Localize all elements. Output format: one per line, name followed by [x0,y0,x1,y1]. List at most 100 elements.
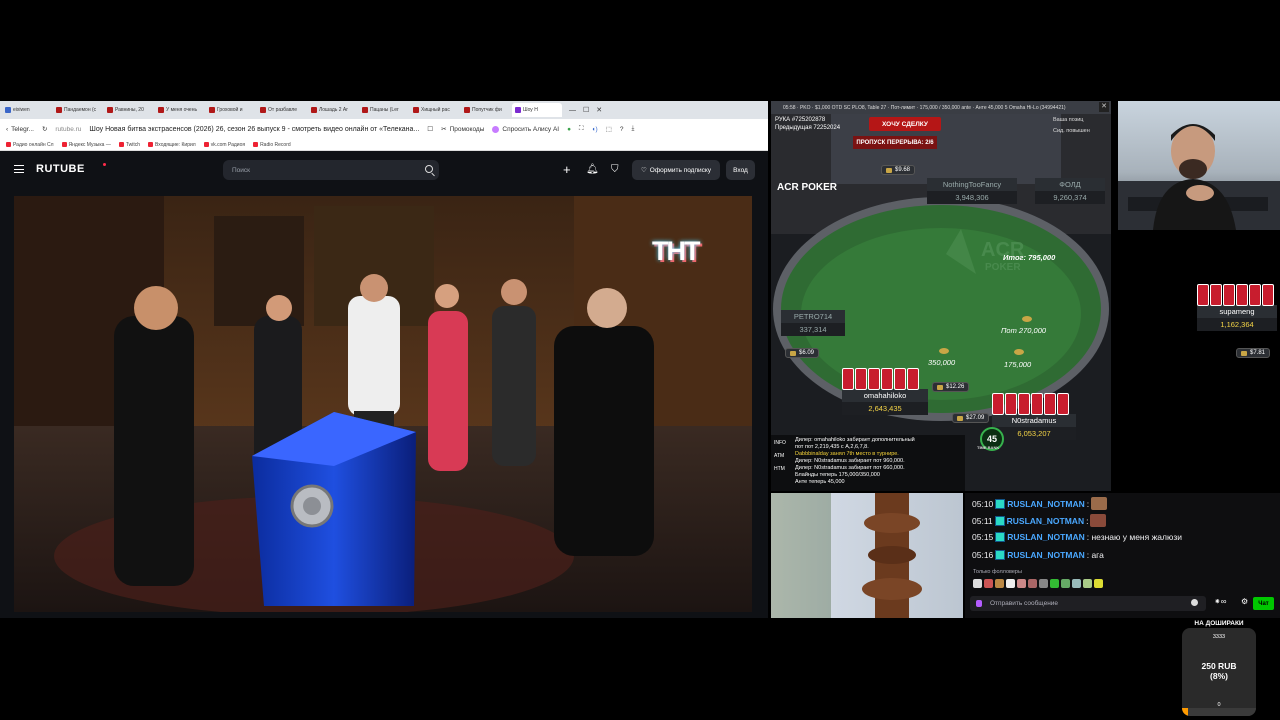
emote-icon[interactable] [1083,579,1092,588]
player-money: $12.26 [932,382,970,392]
emote-icon[interactable] [1039,579,1048,588]
card-back [1031,393,1043,415]
emote-icon[interactable] [973,579,982,588]
dealer-tab-htm[interactable]: HTM [774,463,786,476]
bookmark-item[interactable]: vk.com Радиоя [203,142,245,148]
tab-label: Хищный рас [421,107,450,113]
extension-icon[interactable]: ● [567,126,571,133]
bookmark-icon[interactable]: ☐ [427,125,433,133]
promo-button[interactable]: ✂ Промокоды [441,125,484,134]
omahahiloko-seat[interactable]: omahahiloko 2,643,435 [842,368,928,415]
emote-icon[interactable] [1028,579,1037,588]
download-icon[interactable]: ⤓ [631,125,634,133]
bookmark-item[interactable]: Radio Record [253,142,291,148]
translate-icon[interactable]: ⛶ [579,125,584,133]
dealer-tab-info[interactable]: INFO [774,437,786,450]
help-icon[interactable]: ? [620,126,624,133]
bookmark-label: Radio Record [260,141,291,148]
browser-tab[interactable]: eixiwen [2,103,52,117]
login-button[interactable]: Вход [726,160,755,180]
hole-cards [1197,284,1277,306]
chat-time: 05:10 [972,498,994,509]
emote-picker-icon[interactable] [1191,599,1198,606]
emote-icon[interactable] [1017,579,1026,588]
shield-icon[interactable]: ⛉ [611,164,619,175]
browser-tab[interactable]: Попутчик фи [461,103,511,117]
rutube-logo[interactable]: RUTUBE [36,163,85,175]
chat-user[interactable]: RUSLAN_NOTMAN [1007,550,1084,560]
bookmark-item[interactable]: Радио онлайн Сл [6,142,54,148]
refresh-icon[interactable]: ↻ [42,125,47,133]
page-title[interactable]: Шоу Новая битва экстрасенсов (2026) 26, … [89,126,419,133]
gear-icon[interactable]: ⚙ [1241,597,1248,606]
bookmark-item[interactable]: Яндекс Музыка — [61,142,111,148]
video-player[interactable]: ТНТ [14,196,752,612]
browser-tab[interactable]: Шоу Н [512,103,562,117]
search-icon[interactable] [425,165,433,173]
stream-chat: 05:10 RUSLAN_NOTMAN : 05:11 RUSLAN_NOTMA… [965,493,1280,618]
browser-tab[interactable]: У меня очень [155,103,205,117]
chat-input[interactable]: Отправить сообщение [970,596,1206,611]
card-back [992,393,1004,415]
emote-icon[interactable] [1006,579,1015,588]
player-stack: 6,053,207 [992,427,1076,440]
emote-icon[interactable] [984,579,993,588]
ext-icon[interactable]: ⬚ [606,125,612,133]
hole-cards [992,393,1076,415]
tab-favicon-icon [158,107,164,113]
browser-tab[interactable]: Пацаны (Ler [359,103,409,117]
upload-plus-icon[interactable]: + [563,162,571,177]
dealer-line: Блайнды теперь 175,000/350,000 [795,472,880,478]
minimize-icon[interactable]: — [569,107,576,114]
chat-message: 05:15 RUSLAN_NOTMAN : незнаю у меня жалю… [972,532,1182,542]
subscribe-button[interactable]: ♡ Оформить подписку [632,160,720,180]
n0stradamus-seat[interactable]: N0stradamus 6,053,207 [992,393,1076,440]
bookmark-item[interactable]: Twitch [118,142,140,148]
browser-tab[interactable]: Пандаемон (с [53,103,103,117]
alice-button[interactable]: Спросить Алису AI [492,125,560,133]
bits-icon[interactable] [976,600,982,607]
emote-icon[interactable] [995,579,1004,588]
dealer-tab-atm[interactable]: ATM [774,450,786,463]
bookmark-favicon-icon [6,142,11,147]
maximize-icon[interactable]: ☐ [583,106,589,114]
chat-message: 05:16 RUSLAN_NOTMAN : ага [972,550,1104,560]
points-icon[interactable]: ⁕∞ [1214,597,1226,606]
emote-bar [973,579,1103,588]
menu-icon[interactable] [14,165,24,173]
audio-icon[interactable]: ◖) [592,126,598,133]
tab-favicon-icon [413,107,419,113]
browser-tab[interactable]: Хищный рас [410,103,460,117]
chat-user[interactable]: RUSLAN_NOTMAN [1007,499,1084,509]
emote-icon[interactable] [1072,579,1081,588]
search-input[interactable]: Поиск [223,160,439,180]
bell-icon[interactable]: 🔔︎ [586,164,599,175]
card-back [1262,284,1274,306]
card-back [1018,393,1030,415]
emote-icon[interactable] [1061,579,1070,588]
emote-icon[interactable] [1050,579,1059,588]
browser-tab[interactable]: От разбавле [257,103,307,117]
url-domain[interactable]: rutube.ru [55,126,81,133]
browser-tab[interactable]: Лошадь 2 Ar [308,103,358,117]
back-button[interactable]: ‹ Telegr... [6,126,34,133]
hole-cards [842,368,928,390]
chat-text: : ага [1086,550,1104,560]
subscribe-label: Оформить подписку [649,166,712,174]
card-back [1044,393,1056,415]
alice-label: Спросить Алису AI [502,125,560,133]
chat-user[interactable]: RUSLAN_NOTMAN [1007,516,1084,526]
card-back [1210,284,1222,306]
chat-send-button[interactable]: Чат [1253,597,1274,610]
close-window-icon[interactable]: ✕ [596,106,602,114]
player-money: $27.09 [952,413,990,423]
emote-icon[interactable] [1094,579,1103,588]
dealer-line: Dabbbinalday занял 7th место в турнире. [795,451,899,457]
browser-tab[interactable]: Гроховой и [206,103,256,117]
bookmark-item[interactable]: Входящие: Кирил [148,142,196,148]
supameng-seat[interactable]: supameng 1,162,364 [1197,284,1277,331]
decorative-image [771,493,963,618]
chat-user[interactable]: RUSLAN_NOTMAN [1007,532,1084,542]
goal-amount: 250 RUB (8%) [1182,661,1256,681]
browser-tab[interactable]: Равнины, 20 [104,103,154,117]
